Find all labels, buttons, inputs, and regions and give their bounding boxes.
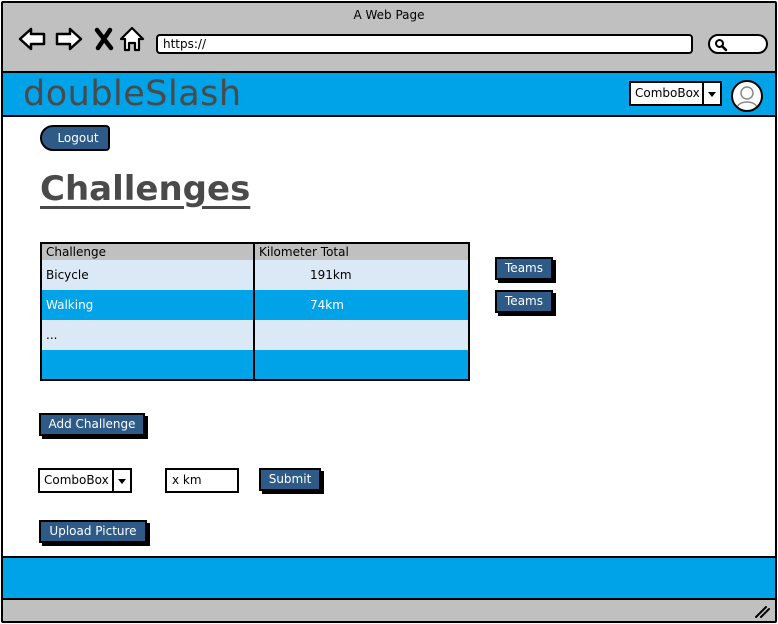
teams-button-walking[interactable]: Teams [495,290,553,313]
column-header-km[interactable]: Kilometer Total [254,243,469,260]
table-row[interactable]: Bicycle 191km [41,260,469,290]
challenge-cell: Walking [41,290,255,320]
table-header-row: Challenge Kilometer Total [41,243,469,260]
header-combobox-value: ComboBox [635,86,700,100]
home-icon[interactable] [118,25,148,53]
logout-button[interactable]: Logout [40,125,110,151]
user-icon [736,86,758,109]
window-title: A Web Page [353,8,425,22]
table-row-selected[interactable]: Walking 74km [41,290,469,320]
browser-titlebar: A Web Page https:// [3,3,775,73]
challenges-table: Challenge Kilometer Total Bicycle 191km … [40,242,470,381]
forward-arrow-icon[interactable] [54,25,84,53]
chevron-down-icon[interactable] [702,83,720,104]
challenge-combobox-value: ComboBox [44,473,109,487]
submit-button[interactable]: Submit [259,468,321,491]
challenge-cell [41,350,255,380]
avatar[interactable] [731,80,763,112]
back-arrow-icon[interactable] [17,25,47,53]
resize-grip-icon[interactable] [753,603,771,619]
km-cell [254,320,469,350]
close-x-icon[interactable] [91,25,121,53]
browser-statusbar [3,600,775,621]
challenge-cell: Bicycle [41,260,255,290]
browser-window: A Web Page https:// doubleSlash ComboBox [1,1,777,623]
browser-search-box[interactable] [708,34,768,54]
app-header: doubleSlash ComboBox [3,73,775,117]
app-footer [3,556,775,600]
km-input[interactable]: x km [165,468,239,493]
chevron-down-icon[interactable] [112,470,130,491]
km-cell: 191km [254,260,469,290]
add-challenge-button[interactable]: Add Challenge [39,413,145,436]
column-header-challenge[interactable]: Challenge [41,243,255,260]
header-combobox[interactable]: ComboBox [629,81,722,106]
km-cell: 74km [254,290,469,320]
url-bar[interactable]: https:// [156,34,693,54]
app-logo: doubleSlash [23,74,242,114]
upload-picture-button[interactable]: Upload Picture [39,520,147,543]
challenge-cell: ... [41,320,255,350]
search-icon [715,39,728,52]
km-cell [254,350,469,380]
table-row[interactable]: ... [41,320,469,350]
teams-button-bicycle[interactable]: Teams [495,257,553,280]
challenge-combobox[interactable]: ComboBox [38,468,132,493]
page-title: Challenges [40,169,251,209]
table-row[interactable] [41,350,469,380]
